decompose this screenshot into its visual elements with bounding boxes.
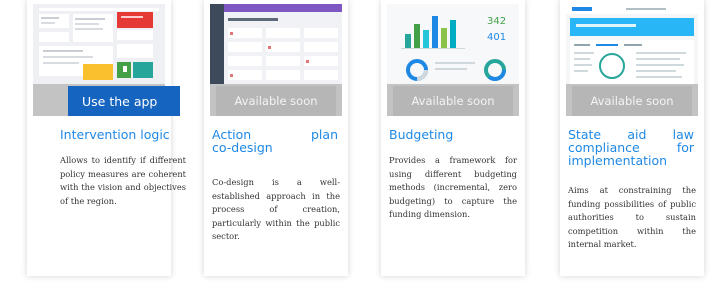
available-soon-button[interactable]: Available soon [216,86,336,116]
title-line: implementation [568,153,668,168]
app-preview-image [210,4,342,94]
card-description: Provides a framework for using different… [389,155,517,219]
card-title[interactable]: Intervention logic [60,128,170,141]
card-budgeting: 342 401 Available soon Budgeting Provide… [381,0,525,276]
thumb-number: 401 [487,32,506,43]
use-app-button[interactable]: Use the app [68,86,180,116]
available-soon-button[interactable]: Available soon [393,86,513,116]
title-word: plan [311,127,338,142]
title-line: Intervention logic [60,127,170,142]
card-intervention-logic: Use the app Intervention logic Allows to… [27,0,186,276]
card-description: Aims at constraining the funding possibi… [568,185,696,249]
card-action-plan: Available soon Action plan co-design Co-… [204,0,348,276]
title-line: co-design [212,140,273,155]
available-soon-button[interactable]: Available soon [572,86,692,116]
card-title[interactable]: Action plan co-design [212,128,338,154]
apps-grid: Use the app Intervention logic Allows to… [0,0,710,286]
thumb-number: 342 [487,16,506,27]
title-line: Budgeting [389,127,454,142]
card-title[interactable]: State aid law compliance for implementat… [568,128,694,167]
app-preview-image [566,4,698,94]
title-word: for [676,140,694,155]
card-title[interactable]: Budgeting [389,128,453,141]
card-state-aid: Available soon State aid law compliance … [560,0,704,276]
app-preview-image [33,4,165,94]
app-preview-image: 342 401 [387,4,519,94]
card-description: Allows to identify if different policy m… [60,155,186,206]
card-description: Co-design is a well-established approach… [212,177,340,241]
